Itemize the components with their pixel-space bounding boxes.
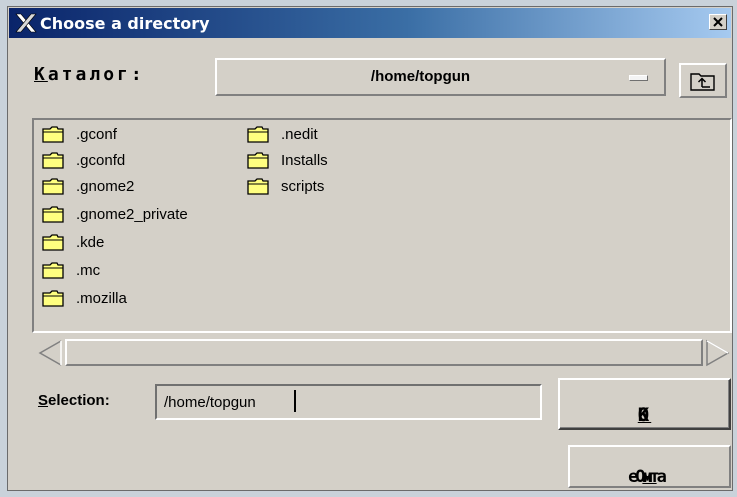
directory-combo-value: /home/topgun bbox=[370, 68, 471, 85]
folder-icon bbox=[42, 290, 64, 307]
horizontal-scrollbar[interactable] bbox=[37, 337, 731, 369]
list-item-label: .mozilla bbox=[76, 290, 127, 307]
selection-label: Selection: bbox=[38, 392, 110, 409]
text-caret bbox=[294, 390, 296, 412]
folder-icon bbox=[42, 234, 64, 251]
cancel-button[interactable]: От м ена bbox=[568, 445, 731, 488]
folder-icon bbox=[42, 178, 64, 195]
list-item-label: scripts bbox=[281, 178, 325, 195]
ok-label-rest: K bbox=[637, 404, 652, 426]
folder-icon bbox=[247, 178, 269, 195]
list-item-label: .mc bbox=[76, 262, 101, 279]
directory-list[interactable]: .gconf .gconfd .gnome2 .gnome2_private .… bbox=[32, 118, 732, 333]
dropdown-indicator-icon bbox=[629, 75, 648, 81]
parent-directory-button[interactable] bbox=[679, 63, 727, 98]
folder-icon bbox=[247, 126, 269, 143]
list-item-label: Installs bbox=[281, 152, 328, 169]
close-icon bbox=[713, 17, 723, 27]
directory-label-text: аталог: bbox=[47, 64, 145, 85]
scroll-thumb[interactable] bbox=[65, 339, 703, 366]
selection-input[interactable] bbox=[155, 384, 542, 420]
title-bar[interactable]: Choose a directory bbox=[9, 8, 731, 38]
folder-up-icon bbox=[690, 73, 715, 91]
directory-combo[interactable]: /home/topgun bbox=[215, 58, 666, 96]
list-item-label: .nedit bbox=[281, 126, 318, 143]
list-item-label: .kde bbox=[76, 234, 105, 251]
x-logo-icon bbox=[15, 13, 37, 33]
selection-label-text: election: bbox=[48, 392, 110, 409]
scroll-left-arrow-icon[interactable] bbox=[37, 337, 65, 369]
folder-icon bbox=[42, 152, 64, 169]
folder-icon bbox=[42, 126, 64, 143]
folder-icon bbox=[42, 206, 64, 223]
directory-label-mnemonic: К bbox=[34, 64, 48, 85]
list-item-label: .gnome2_private bbox=[76, 206, 188, 223]
window-title: Choose a directory bbox=[40, 14, 210, 33]
list-item-label: .gconf bbox=[76, 126, 117, 143]
folder-icon bbox=[247, 152, 269, 169]
list-item-label: .gnome2 bbox=[76, 178, 135, 195]
ok-button[interactable]: OK bbox=[558, 378, 731, 430]
directory-label: Каталог: bbox=[34, 64, 145, 85]
scroll-right-arrow-icon[interactable] bbox=[703, 337, 731, 369]
list-item-label: .gconfd bbox=[76, 152, 126, 169]
close-button[interactable] bbox=[709, 14, 727, 30]
cancel-label-post: ена bbox=[628, 467, 671, 487]
selection-label-mnemonic: S bbox=[38, 392, 49, 409]
folder-icon bbox=[42, 262, 64, 279]
choose-directory-dialog: Choose a directory Каталог: /home/topgun… bbox=[7, 6, 733, 491]
